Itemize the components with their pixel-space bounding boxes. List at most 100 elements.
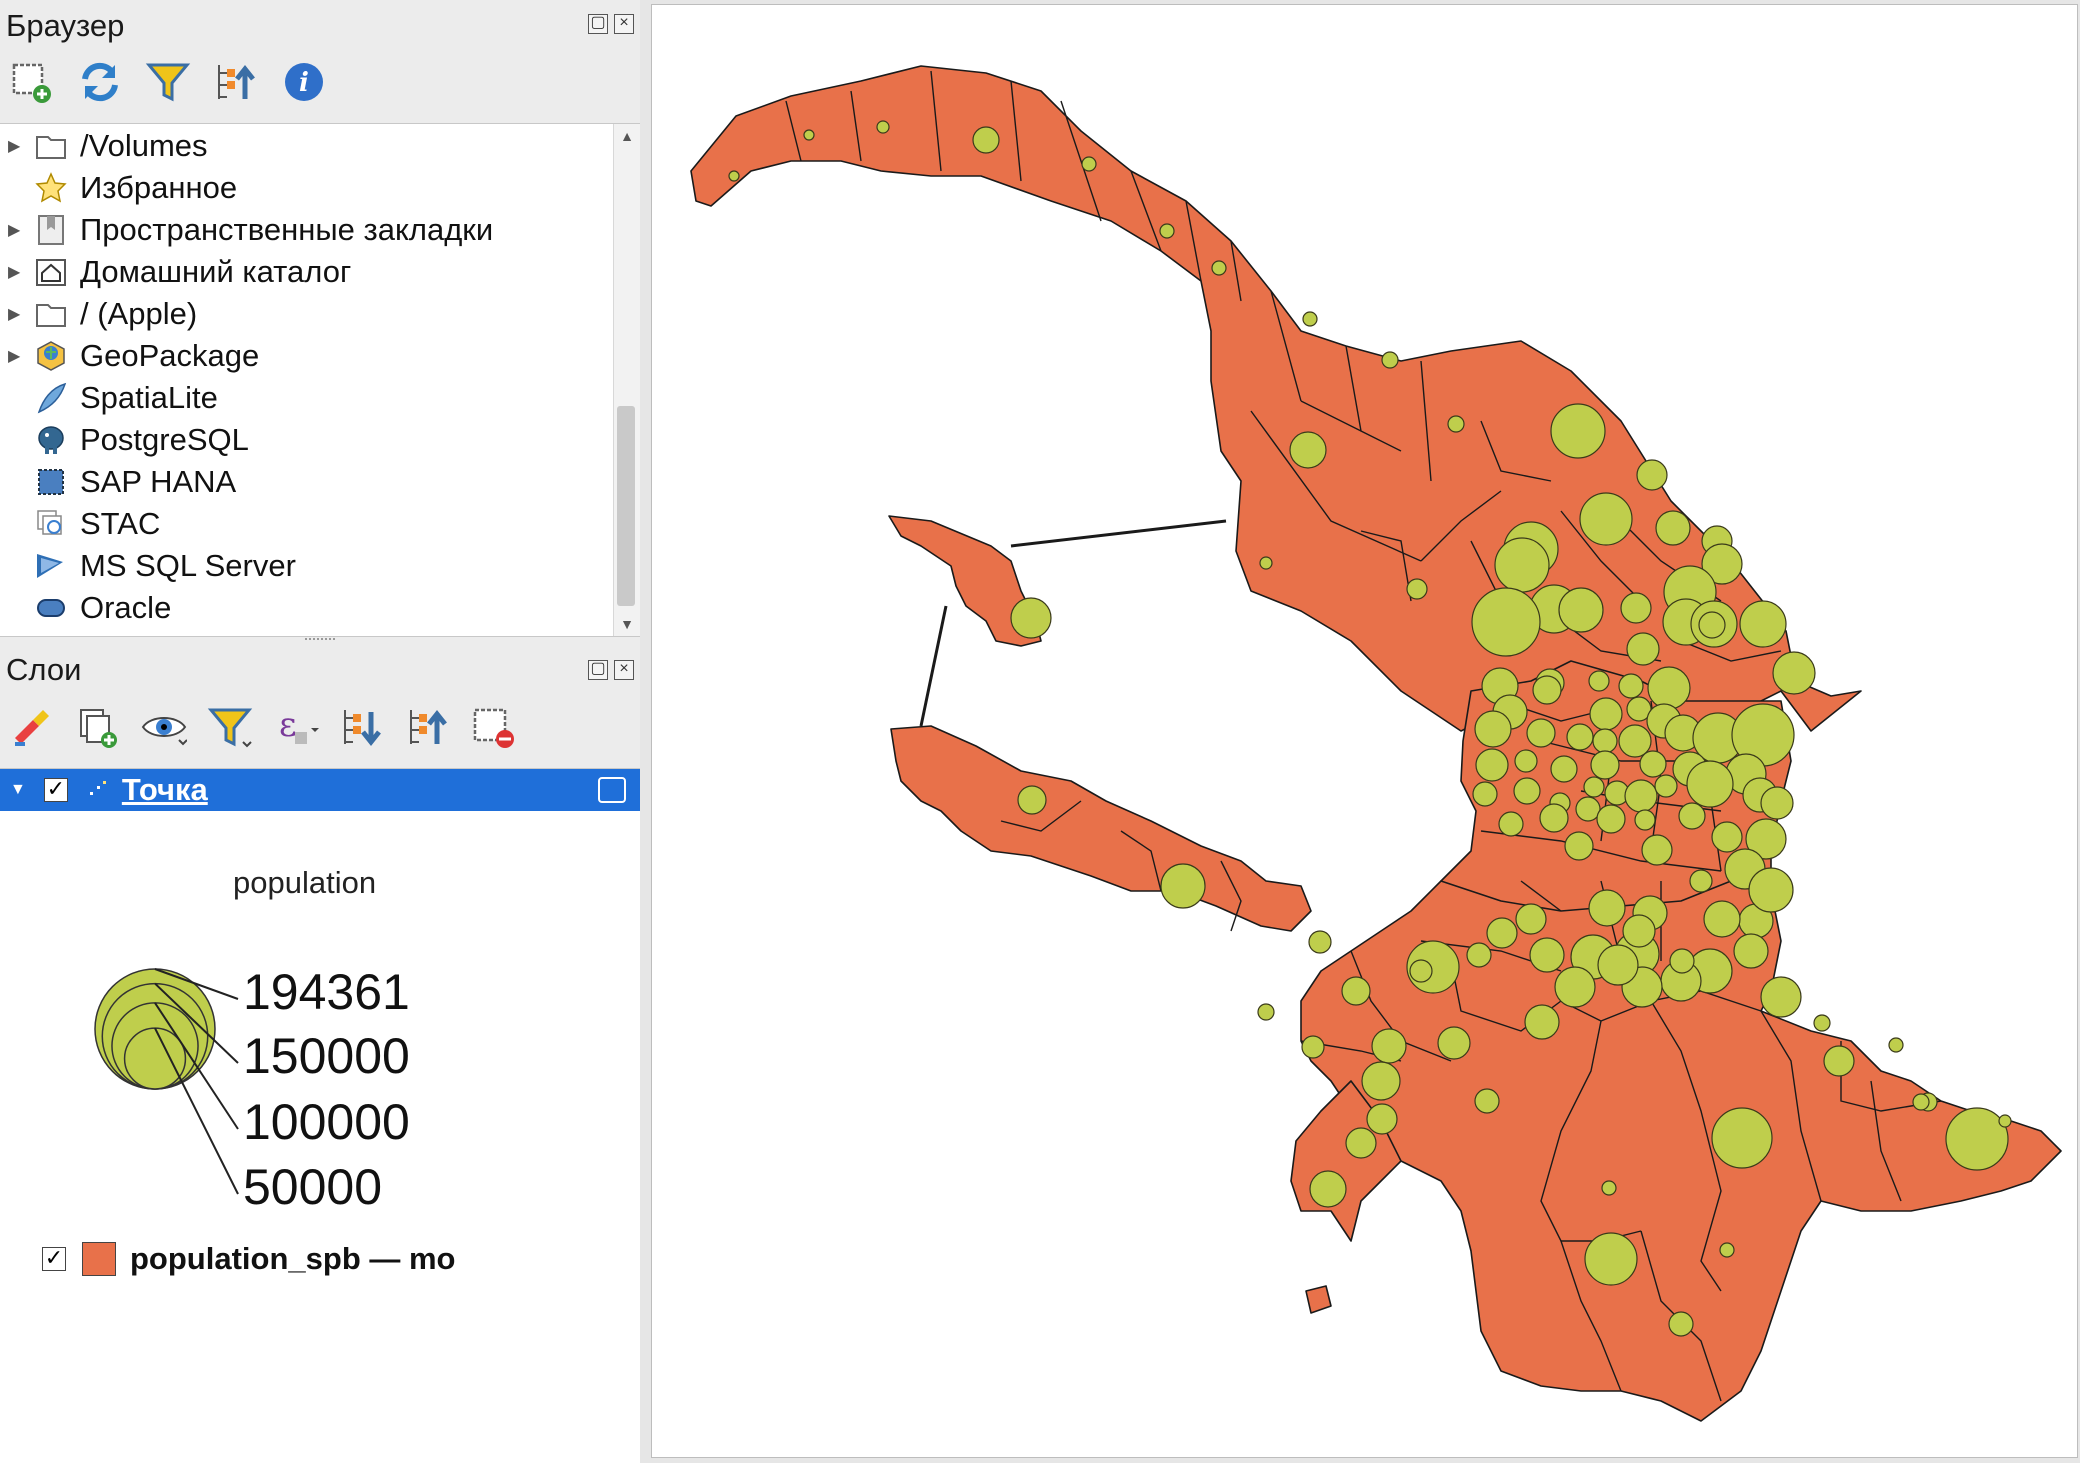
refresh-icon[interactable] [76, 58, 124, 106]
tree-item-spatial-bookmarks[interactable]: ▶ Пространственные закладки [0, 209, 493, 251]
tree-item-label: SAP HANA [80, 464, 237, 499]
elephant-icon [34, 423, 68, 457]
population-symbol [1601, 1180, 1617, 1196]
population-symbol [1588, 670, 1610, 692]
expand-arrow-icon[interactable]: ▶ [8, 220, 22, 240]
add-layer-icon[interactable] [8, 58, 56, 106]
visibility-icon[interactable] [140, 703, 188, 751]
layers-window-buttons: ▢ × [588, 660, 634, 680]
expand-arrow-icon[interactable]: ▶ [8, 346, 22, 366]
population-symbol [1998, 1114, 2012, 1128]
tree-item-stac[interactable]: STAC [0, 503, 160, 545]
tree-item-postgresql[interactable]: PostgreSQL [0, 419, 249, 461]
expand-all-icon[interactable] [338, 703, 386, 751]
feather-icon [34, 381, 68, 415]
population-symbol [1678, 802, 1706, 830]
population-symbol [1655, 510, 1691, 546]
population-symbol [1513, 777, 1541, 805]
population-symbol [1636, 459, 1668, 491]
svg-text:ε: ε [279, 705, 297, 745]
stac-icon [34, 507, 68, 541]
population-symbol [1447, 415, 1465, 433]
browser-window-buttons: ▢ × [588, 14, 634, 34]
tree-item-apple-root[interactable]: ▶ / (Apple) [0, 293, 197, 335]
population-symbol [1301, 1035, 1325, 1059]
bookmark-icon [34, 213, 68, 247]
collapse-all-icon[interactable] [404, 703, 452, 751]
population-symbol [803, 129, 815, 141]
population-symbol [1620, 592, 1652, 624]
population-symbol [1406, 578, 1428, 600]
layer-name[interactable]: population_spb — mo [130, 1241, 456, 1277]
tree-item-label: / (Apple) [80, 296, 198, 331]
tree-item-home[interactable]: ▶ Домашний каталог [0, 251, 351, 293]
expand-arrow-icon[interactable]: ▶ [8, 262, 22, 282]
tree-item-mssql[interactable]: MS SQL Server [0, 545, 296, 587]
map-canvas[interactable] [651, 4, 2078, 1458]
dam-north-line [1010, 519, 1227, 548]
float-panel-button[interactable]: ▢ [588, 14, 608, 34]
scroll-up-arrow-icon[interactable]: ▲ [614, 128, 640, 144]
float-panel-button[interactable]: ▢ [588, 660, 608, 680]
population-symbol [1554, 966, 1596, 1008]
browser-tree: ▶ /Volumes Избранное ▶ Пространственные … [0, 123, 640, 637]
tree-item-spatialite[interactable]: SpatiaLite [0, 377, 218, 419]
expression-filter-icon[interactable]: ε [272, 703, 320, 751]
tree-item-oracle[interactable]: Oracle [0, 587, 171, 629]
folder-icon [34, 129, 68, 163]
population-symbol [1584, 1232, 1638, 1286]
style-icon[interactable] [8, 703, 56, 751]
tree-item-volumes[interactable]: ▶ /Volumes [0, 125, 208, 167]
population-symbol [1437, 1026, 1471, 1060]
scroll-down-arrow-icon[interactable]: ▼ [614, 616, 640, 632]
remove-layer-icon[interactable] [470, 703, 518, 751]
splitter-handle[interactable] [305, 638, 335, 646]
population-symbol [1654, 774, 1678, 798]
sap-hana-icon [34, 465, 68, 499]
layer-embedded-widget-icon[interactable] [598, 777, 626, 803]
population-symbol [1739, 600, 1787, 648]
tree-item-favorites[interactable]: Избранное [0, 167, 237, 209]
expand-arrow-icon[interactable]: ▶ [8, 304, 22, 324]
layer-row-selected[interactable]: ▼ ✓ Точка [0, 769, 640, 811]
tree-item-label: STAC [80, 506, 161, 541]
population-symbol [1308, 930, 1332, 954]
population-symbol [1081, 156, 1097, 172]
population-symbol [1371, 1028, 1407, 1064]
tree-item-geopackage[interactable]: ▶ GeoPackage [0, 335, 259, 377]
scroll-thumb[interactable] [617, 406, 635, 606]
map-view[interactable] [652, 5, 2077, 1457]
population-symbol [1474, 1088, 1500, 1114]
population-symbol [1888, 1037, 1904, 1053]
expand-arrow-icon[interactable]: ▶ [8, 136, 22, 156]
info-icon[interactable]: i [280, 58, 328, 106]
population-symbol [1711, 1107, 1773, 1169]
close-panel-button[interactable]: × [614, 14, 634, 34]
population-symbol [1772, 651, 1816, 695]
population-symbol [1474, 710, 1512, 748]
browser-scrollbar[interactable]: ▲ ▼ [613, 124, 640, 636]
layer-visibility-checkbox[interactable]: ✓ [43, 778, 68, 802]
population-symbol [1550, 403, 1606, 459]
population-symbol [1257, 1003, 1275, 1021]
population-symbol [1669, 948, 1695, 974]
layer-visibility-checkbox[interactable]: ✓ [42, 1247, 66, 1271]
legend-label-100000: 100000 [243, 1094, 410, 1150]
layer-row-polygon[interactable]: ✓ population_spb — mo [42, 1241, 456, 1277]
tree-item-sap-hana[interactable]: SAP HANA [0, 461, 236, 503]
add-group-icon[interactable] [74, 703, 122, 751]
population-symbol [1514, 749, 1538, 773]
left-dock: Браузер ▢ × i ▶ /Volumes Избранное ▶ Про… [0, 0, 640, 1463]
population-symbol [1641, 834, 1673, 866]
close-panel-button[interactable]: × [614, 660, 634, 680]
population-symbol [1211, 260, 1227, 276]
layer-name[interactable]: Точка [122, 772, 208, 808]
population-symbol [1647, 666, 1691, 710]
layers-panel-title: Слои [6, 652, 82, 687]
collapse-arrow-icon[interactable]: ▼ [10, 781, 26, 799]
filter-icon[interactable] [144, 58, 192, 106]
collapse-all-icon[interactable] [212, 58, 260, 106]
population-symbol [728, 170, 740, 182]
filter-icon[interactable] [206, 703, 254, 751]
population-symbol [1409, 959, 1433, 983]
